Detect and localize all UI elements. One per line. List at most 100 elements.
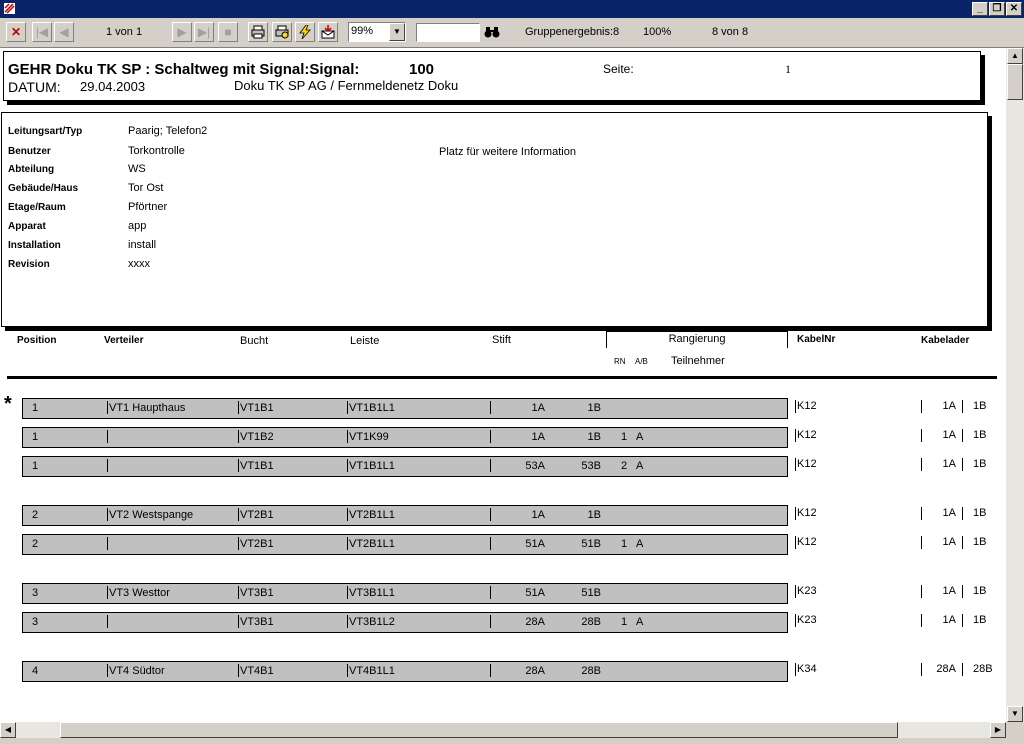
stop-button[interactable]: ■ bbox=[218, 22, 238, 42]
row-stift: 51A bbox=[525, 538, 545, 550]
row-ab: A bbox=[636, 460, 644, 472]
column-separator bbox=[107, 401, 108, 414]
col-ab: A/B bbox=[635, 357, 648, 366]
row-position: 3 bbox=[32, 587, 39, 599]
row-bucht: VT1B2 bbox=[240, 431, 274, 443]
close-window-button[interactable]: ✕ bbox=[1006, 2, 1022, 16]
next-page-button[interactable]: ▶ bbox=[172, 22, 192, 42]
column-separator bbox=[490, 508, 491, 521]
row-position: 4 bbox=[32, 665, 39, 677]
column-separator bbox=[490, 430, 491, 443]
group-result-text: Gruppenergebnis:8 bbox=[525, 26, 620, 38]
col-position: Position bbox=[17, 335, 57, 346]
col-kabelader: Kabelader bbox=[921, 335, 970, 346]
table-row[interactable]: 2 VT2B1 VT2B1L1 51A 51B 1 A bbox=[22, 534, 788, 555]
zoom-select[interactable]: 99% ▼ bbox=[348, 22, 406, 42]
row-rangierung: 1B bbox=[587, 509, 601, 521]
row-rn: 1 bbox=[621, 538, 628, 550]
print-setup-button[interactable] bbox=[272, 22, 292, 42]
row-kabelader-2: 1B bbox=[973, 507, 987, 519]
print-button[interactable] bbox=[248, 22, 268, 42]
column-separator bbox=[347, 537, 348, 550]
row-bucht: VT4B1 bbox=[240, 665, 274, 677]
row-rangierung: 1B bbox=[587, 431, 601, 443]
row-rn: 1 bbox=[621, 616, 628, 628]
horizontal-scrollbar[interactable]: ◀ ▶ bbox=[0, 722, 1006, 738]
restore-button[interactable]: ❐ bbox=[989, 2, 1005, 16]
info-label: Installation bbox=[8, 240, 61, 251]
zoom-dropdown-icon[interactable]: ▼ bbox=[389, 23, 405, 41]
col-stift: Stift bbox=[492, 334, 511, 346]
info-value: install bbox=[128, 239, 157, 251]
row-ab: A bbox=[636, 431, 644, 443]
column-separator bbox=[107, 615, 108, 628]
info-value: WS bbox=[128, 163, 146, 175]
column-separator bbox=[490, 586, 491, 599]
find-button[interactable] bbox=[482, 22, 502, 42]
column-separator bbox=[962, 429, 963, 442]
report-toolbar: ✕ |◀ ◀ 1 von 1 ▶ ▶| ■ 99% ▼ Gruppenergeb… bbox=[0, 18, 1024, 48]
column-separator bbox=[238, 664, 239, 677]
previous-page-button[interactable]: ◀ bbox=[54, 22, 74, 42]
horizontal-scroll-thumb[interactable] bbox=[60, 722, 898, 738]
row-leiste: VT2B1L1 bbox=[349, 509, 395, 521]
row-verteiler: VT4 Südtor bbox=[109, 665, 165, 677]
page-label: Seite: bbox=[603, 62, 634, 76]
row-kabelader-1: 1A bbox=[942, 585, 956, 597]
row-verteiler: VT3 Westtor bbox=[109, 587, 170, 599]
row-kabelnr: K12 bbox=[797, 429, 817, 441]
zoom-value: 99% bbox=[351, 25, 374, 37]
column-separator bbox=[238, 586, 239, 599]
first-page-button[interactable]: |◀ bbox=[32, 22, 52, 42]
search-input[interactable] bbox=[416, 23, 480, 42]
close-report-button[interactable]: ✕ bbox=[6, 22, 26, 42]
table-row[interactable]: 3 VT3 Westtor VT3B1 VT3B1L1 51A 51B bbox=[22, 583, 788, 604]
row-kabelnr: K12 bbox=[797, 400, 817, 412]
scroll-left-icon[interactable]: ◀ bbox=[0, 722, 16, 738]
scroll-right-icon[interactable]: ▶ bbox=[990, 722, 1006, 738]
table-row[interactable]: 3 VT3B1 VT3B1L2 28A 28B 1 A bbox=[22, 612, 788, 633]
column-separator bbox=[921, 429, 922, 442]
row-position: 3 bbox=[32, 616, 39, 628]
table-row[interactable]: 1 VT1 Haupthaus VT1B1 VT1B1L1 1A 1B bbox=[22, 398, 788, 419]
minimize-button[interactable]: _ bbox=[972, 2, 988, 16]
vertical-scrollbar[interactable]: ▲ ▼ bbox=[1006, 48, 1024, 722]
scroll-down-icon[interactable]: ▼ bbox=[1007, 706, 1023, 722]
table-row[interactable]: 4 VT4 Südtor VT4B1 VT4B1L1 28A 28B bbox=[22, 661, 788, 682]
row-leiste: VT1K99 bbox=[349, 431, 389, 443]
row-kabelader-1: 1A bbox=[942, 536, 956, 548]
row-verteiler: VT2 Westspange bbox=[109, 509, 194, 521]
table-row[interactable]: 1 VT1B1 VT1B1L1 53A 53B 2 A bbox=[22, 456, 788, 477]
row-kabelnr: K12 bbox=[797, 458, 817, 470]
row-kabelnr: K23 bbox=[797, 585, 817, 597]
window-titlebar: _ ❐ ✕ bbox=[0, 0, 1024, 18]
row-kabelnr: K23 bbox=[797, 614, 817, 626]
scroll-up-icon[interactable]: ▲ bbox=[1007, 48, 1023, 64]
info-value: Pförtner bbox=[128, 201, 168, 213]
date-label: DATUM: bbox=[8, 79, 61, 95]
column-separator bbox=[921, 458, 922, 471]
column-separator bbox=[795, 458, 796, 471]
row-ab: A bbox=[636, 538, 644, 550]
refresh-button[interactable] bbox=[295, 22, 315, 42]
row-stift: 28A bbox=[525, 616, 545, 628]
export-button[interactable] bbox=[318, 22, 338, 42]
report-page: GEHR Doku TK SP : Schaltweg mit Signal:S… bbox=[0, 48, 1006, 722]
table-row[interactable]: 1 VT1B2 VT1K99 1A 1B 1 A bbox=[22, 427, 788, 448]
row-stift: 53A bbox=[525, 460, 545, 472]
column-separator bbox=[107, 586, 108, 599]
col-rangierung: Rangierung bbox=[606, 331, 788, 348]
info-label: Benutzer bbox=[8, 146, 51, 157]
column-separator bbox=[795, 400, 796, 413]
col-rn: RN bbox=[614, 357, 626, 366]
row-rn: 2 bbox=[621, 460, 628, 472]
column-separator bbox=[490, 401, 491, 414]
column-separator bbox=[347, 586, 348, 599]
column-separator bbox=[921, 536, 922, 549]
row-kabelader-1: 1A bbox=[942, 429, 956, 441]
column-separator bbox=[921, 400, 922, 413]
column-separator bbox=[238, 508, 239, 521]
vertical-scroll-thumb[interactable] bbox=[1007, 64, 1023, 100]
last-page-button[interactable]: ▶| bbox=[194, 22, 214, 42]
table-row[interactable]: 2 VT2 Westspange VT2B1 VT2B1L1 1A 1B bbox=[22, 505, 788, 526]
